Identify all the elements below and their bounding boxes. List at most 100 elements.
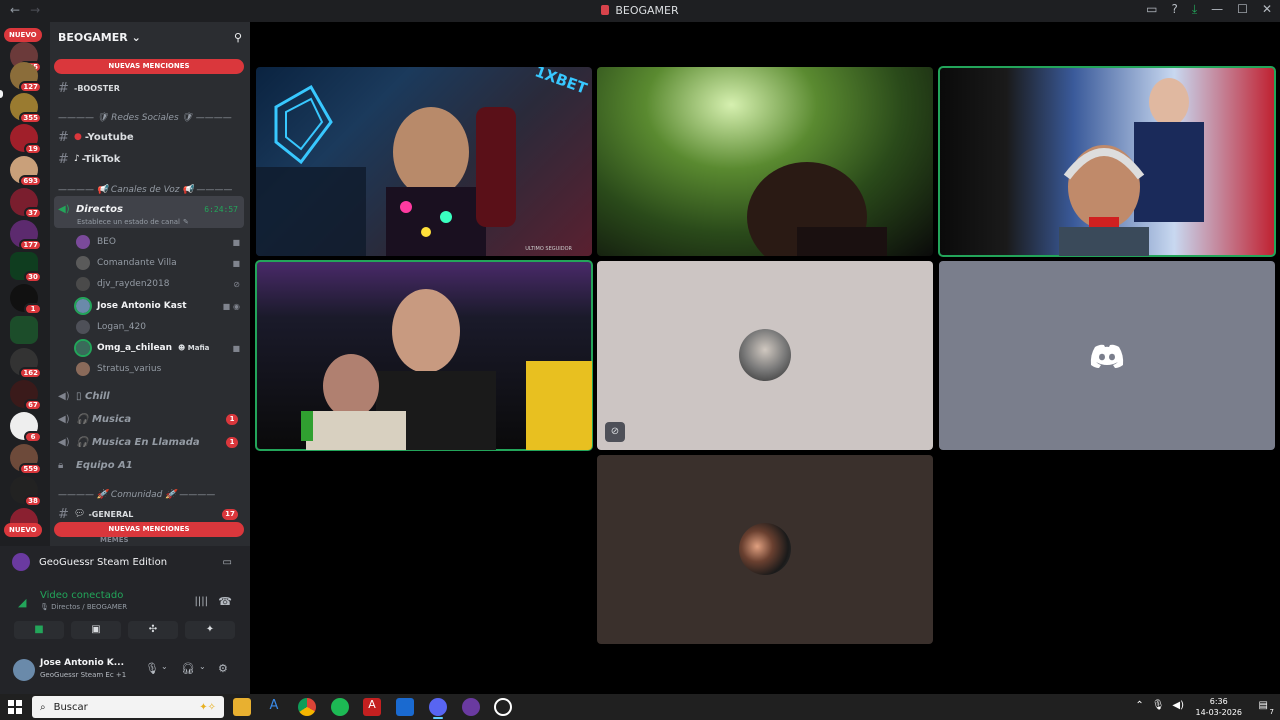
youtube-icon: ● [74, 132, 82, 142]
video-tile[interactable] [255, 260, 593, 451]
voice-user[interactable]: BEO ■ [76, 233, 244, 251]
video-feed [256, 84, 516, 256]
taskbar-search[interactable]: ⌕ Buscar ✦✧ [32, 696, 224, 718]
unread-pill [0, 90, 3, 98]
avatar [739, 329, 791, 381]
new-unread-pill[interactable]: NUEVO [4, 28, 42, 42]
clan-tag: ☻ Mafia [178, 344, 210, 352]
server-icon[interactable]: 693 [10, 156, 42, 187]
video-tile[interactable] [597, 455, 933, 644]
channel-tiktok[interactable]: # ♪ -TikTok [58, 151, 244, 167]
file-explorer-icon[interactable] [233, 698, 251, 716]
voice-channel-equipo[interactable]: 🔒︎ Equipo A1 [58, 458, 244, 472]
set-channel-status[interactable]: Establece un estado de canal ✎ [77, 217, 250, 227]
discord-taskbar-icon[interactable] [429, 698, 447, 719]
video-tile[interactable] [939, 261, 1275, 450]
new-mentions-banner[interactable]: NUEVAS MENCIONES [54, 59, 244, 74]
avatar[interactable] [13, 659, 35, 681]
server-icon[interactable]: 30 [10, 252, 42, 283]
channel-general[interactable]: # 💬︎ -GENERAL 17 [58, 507, 244, 522]
voice-user[interactable]: Comandante Villa ■ [76, 254, 244, 272]
server-header[interactable]: BEOGAMER ⌄ ⚲ [50, 22, 250, 52]
notification-icon[interactable]: ▤ [1259, 700, 1268, 711]
activities-button[interactable]: ✣ [128, 621, 178, 639]
headphones-icon[interactable]: 🎧︎ [181, 662, 195, 675]
disconnect-icon[interactable]: ☎ [218, 595, 232, 608]
server-icon[interactable]: 355 [10, 93, 42, 124]
settings-gear-icon[interactable]: ⚙ [218, 662, 228, 675]
server-icon[interactable]: 559 [10, 444, 42, 475]
server-logo-icon [601, 5, 610, 15]
voice-channel-musica[interactable]: ◀) 🎧 Musica 1 [58, 412, 244, 426]
voice-user[interactable]: Logan_420 [76, 318, 244, 336]
obs-icon[interactable] [494, 698, 512, 716]
geoguessr-taskbar-icon[interactable] [462, 698, 480, 716]
system-clock[interactable]: 6:36 14-03-2026 [1196, 696, 1243, 718]
download-icon[interactable]: ⤓ [1192, 2, 1197, 17]
search-icon: ⌕ [40, 701, 46, 713]
server-icon[interactable]: 37 [10, 188, 42, 219]
soundboard-button[interactable]: ✦ [185, 621, 235, 639]
noise-suppression-icon[interactable]: |||| [195, 596, 208, 607]
spotify-icon[interactable] [331, 698, 349, 716]
connected-channel-link[interactable]: 🎙 Directos / BEOGAMER [40, 603, 127, 611]
screen-share-icon[interactable]: ▭ [223, 557, 232, 568]
server-icon[interactable]: 19 [10, 124, 42, 155]
voice-user[interactable]: Jose Antonio Kast ■ ◉ [74, 297, 244, 315]
stream-overlay-text: ULTIMO SEGUIDOR [525, 246, 572, 252]
server-icon[interactable]: 38 [10, 476, 42, 507]
voice-channel-musica-llamada[interactable]: ◀) 🎧 Musica En Llamada 1 [58, 435, 244, 449]
voice-user[interactable]: Omg_a_chilean ☻ Mafia ■ [74, 339, 244, 357]
channel-memes[interactable]: MEMES [100, 535, 250, 545]
user-status: GeoGuessr Steam Ec +1 [40, 671, 127, 679]
help-icon[interactable]: ? [1171, 2, 1177, 17]
avatar [76, 277, 90, 291]
server-icon[interactable]: 177 [10, 220, 42, 251]
screen-share-button[interactable]: ▣ [71, 621, 121, 639]
windows-start-icon[interactable] [8, 700, 22, 714]
channel-youtube[interactable]: # ● -Youtube [58, 129, 244, 145]
server-icon[interactable] [10, 316, 38, 344]
notes-app-icon[interactable] [396, 698, 414, 716]
pdf-reader-icon[interactable]: A [363, 698, 381, 716]
video-tile[interactable]: 1XBET ULTIMO SEGUIDOR [256, 67, 592, 256]
activity-name: GeoGuessr Steam Edition [39, 556, 168, 568]
voice-channel-chill[interactable]: ◀) ▯ Chill [58, 389, 244, 403]
video-tile[interactable]: ⊘ [597, 261, 933, 450]
voice-user[interactable]: djv_rayden2018 ⊘ [76, 275, 244, 293]
microphone-icon[interactable]: 🎙︎ [1152, 700, 1165, 711]
lock-icon: 🔒︎ [58, 459, 64, 471]
camera-button[interactable]: ■ [14, 621, 64, 639]
code-editor-icon[interactable]: A [265, 698, 283, 716]
server-icon[interactable]: 127 [10, 62, 42, 93]
video-tile[interactable] [597, 67, 933, 256]
inbox-icon[interactable]: ▭ [1146, 2, 1157, 17]
category-redes-sociales[interactable]: ———— 🛡 Redes Sociales 🛡 ———— [58, 112, 244, 124]
chevron-down-icon[interactable]: ⌄ [161, 662, 168, 671]
chrome-icon[interactable] [298, 698, 316, 716]
voice-user[interactable]: Stratus_varius [76, 360, 244, 378]
volume-icon[interactable]: ◀) [1172, 700, 1184, 711]
activity-panel[interactable]: GeoGuessr Steam Edition ▭ [0, 546, 250, 578]
apple-server-icon[interactable]: 1 [10, 284, 42, 315]
chevron-down-icon[interactable]: ⌄ [199, 662, 206, 671]
camera-icon: ■ [232, 343, 240, 353]
video-tile[interactable] [938, 66, 1276, 257]
ghost-server-icon[interactable]: 6 [10, 412, 42, 443]
username[interactable]: Jose Antonio K... [40, 658, 124, 668]
minimize-button[interactable]: — [1211, 2, 1223, 17]
add-member-icon[interactable]: ⚲ [234, 31, 242, 44]
maximize-button[interactable]: ☐ [1237, 2, 1248, 17]
channel-booster[interactable]: # -BOOSTER [58, 80, 244, 96]
server-icon[interactable]: 67 [10, 380, 42, 411]
avatar [76, 235, 90, 249]
new-unread-pill[interactable]: NUEVO [4, 523, 42, 537]
close-button[interactable]: ✕ [1262, 2, 1272, 17]
server-icon[interactable]: 162 [10, 348, 42, 379]
signal-icon[interactable]: ◢ [18, 596, 26, 609]
microphone-icon[interactable]: 🎙︎ [145, 662, 159, 675]
chevron-up-icon[interactable]: ⌃ [1135, 700, 1143, 711]
category-canales-de-voz[interactable]: ———— 📢 Canales de Voz 📢 ———— [58, 184, 244, 196]
voice-channel-directos-label[interactable]: ◀) Directos 6:24:57 [58, 202, 244, 216]
category-comunidad[interactable]: ———— 🚀 Comunidad 🚀 ———— [58, 489, 244, 501]
